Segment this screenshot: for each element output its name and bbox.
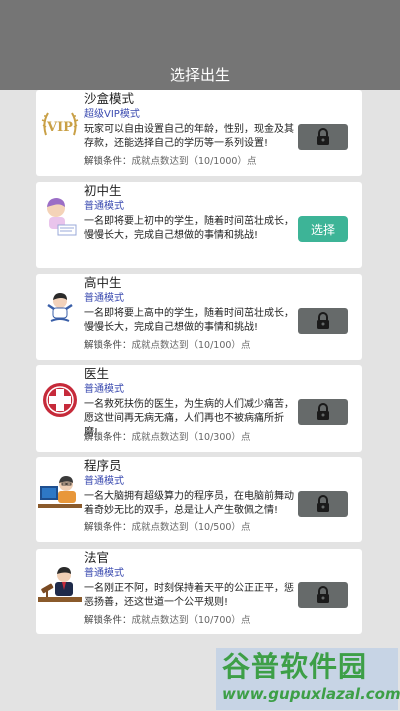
lock-icon: [317, 312, 329, 329]
locked-button[interactable]: [298, 491, 348, 517]
site-watermark: 谷普软件园 www.gupuxlazal.com: [216, 648, 400, 710]
career-description: 一名刚正不阿，时刻保持着天平的公正正平，惩恶扬善，还这世道一个公平规则!: [84, 583, 294, 608]
top-bar: 选择出生: [0, 0, 400, 90]
career-description: 一名即将要上高中的学生，随着时间茁壮成长，慢慢长大，完成自己想做的事情和挑战!: [84, 308, 294, 333]
career-mode: 普通模式: [84, 476, 124, 487]
unlock-condition: 解锁条件：成就点数达到（10/300）点: [84, 432, 251, 443]
locked-button[interactable]: [298, 308, 348, 334]
career-card-doctor[interactable]: 医生 普通模式 一名救死扶伤的医生，为生病的人们减少痛苦，愿这世间再无病无痛，人…: [36, 365, 362, 452]
career-description: 一名即将要上初中的学生，随着时间茁壮成长，慢慢长大，完成自己想做的事情和挑战!: [84, 216, 294, 241]
locked-button[interactable]: [298, 582, 348, 608]
programmer-icon: [38, 467, 82, 517]
watermark-brand: 谷普软件园: [222, 650, 368, 683]
svg-text:VIP: VIP: [46, 120, 73, 135]
career-card-sandbox[interactable]: VIP 沙盒模式 超级VIP模式 玩家可以自由设置自己的年龄，性别，现金及其存款…: [36, 90, 362, 176]
career-name: 沙盒模式: [84, 91, 135, 106]
locked-button[interactable]: [298, 399, 348, 425]
career-mode: 普通模式: [84, 293, 124, 304]
vip-icon: VIP: [38, 100, 82, 150]
select-button[interactable]: 选择: [298, 216, 348, 242]
career-card-judge[interactable]: 法官 普通模式 一名刚正不阿，时刻保持着天平的公正正平，惩恶扬善，还这世道一个公…: [36, 549, 362, 634]
career-mode: 普通模式: [84, 568, 124, 579]
career-name: 法官: [84, 550, 110, 565]
student-icon: [38, 192, 82, 242]
career-mode: 普通模式: [84, 384, 124, 395]
career-name: 医生: [84, 366, 110, 381]
career-card-programmer[interactable]: 程序员 普通模式 一名大脑拥有超级算力的程序员，在电脑前舞动着奇妙无比的双手，总…: [36, 457, 362, 542]
career-description: 玩家可以自由设置自己的年龄，性别，现金及其存款，还能选择自己的学历等一系列设置!: [84, 124, 294, 149]
medical-cross-icon: [38, 375, 82, 425]
unlock-condition: 解锁条件：成就点数达到（10/100）点: [84, 340, 251, 351]
career-name: 程序员: [84, 458, 122, 473]
watermark-url: www.gupuxlazal.com: [222, 685, 400, 703]
page-title: 选择出生: [169, 66, 230, 84]
judge-icon: [38, 559, 82, 609]
unlock-condition: 解锁条件：成就点数达到（10/1000）点: [84, 156, 257, 167]
career-description: 一名大脑拥有超级算力的程序员，在电脑前舞动着奇妙无比的双手，总是让人产生敬佩之情…: [84, 491, 294, 516]
lock-icon: [317, 403, 329, 420]
career-name: 高中生: [84, 275, 122, 290]
high-school-student-icon: [38, 284, 82, 334]
career-mode: 普通模式: [84, 201, 124, 212]
career-name: 初中生: [84, 183, 122, 198]
lock-icon: [317, 586, 329, 603]
career-card-junior-student[interactable]: 初中生 普通模式 一名即将要上初中的学生，随着时间茁壮成长，慢慢长大，完成自己想…: [36, 182, 362, 268]
lock-icon: [317, 495, 329, 512]
career-mode: 超级VIP模式: [84, 109, 140, 120]
lock-icon: [317, 128, 329, 145]
locked-button[interactable]: [298, 124, 348, 150]
unlock-condition: 解锁条件：成就点数达到（10/500）点: [84, 522, 251, 533]
unlock-condition: 解锁条件：成就点数达到（10/700）点: [84, 615, 251, 626]
career-card-senior-student[interactable]: 高中生 普通模式 一名即将要上高中的学生，随着时间茁壮成长，慢慢长大，完成自己想…: [36, 274, 362, 360]
